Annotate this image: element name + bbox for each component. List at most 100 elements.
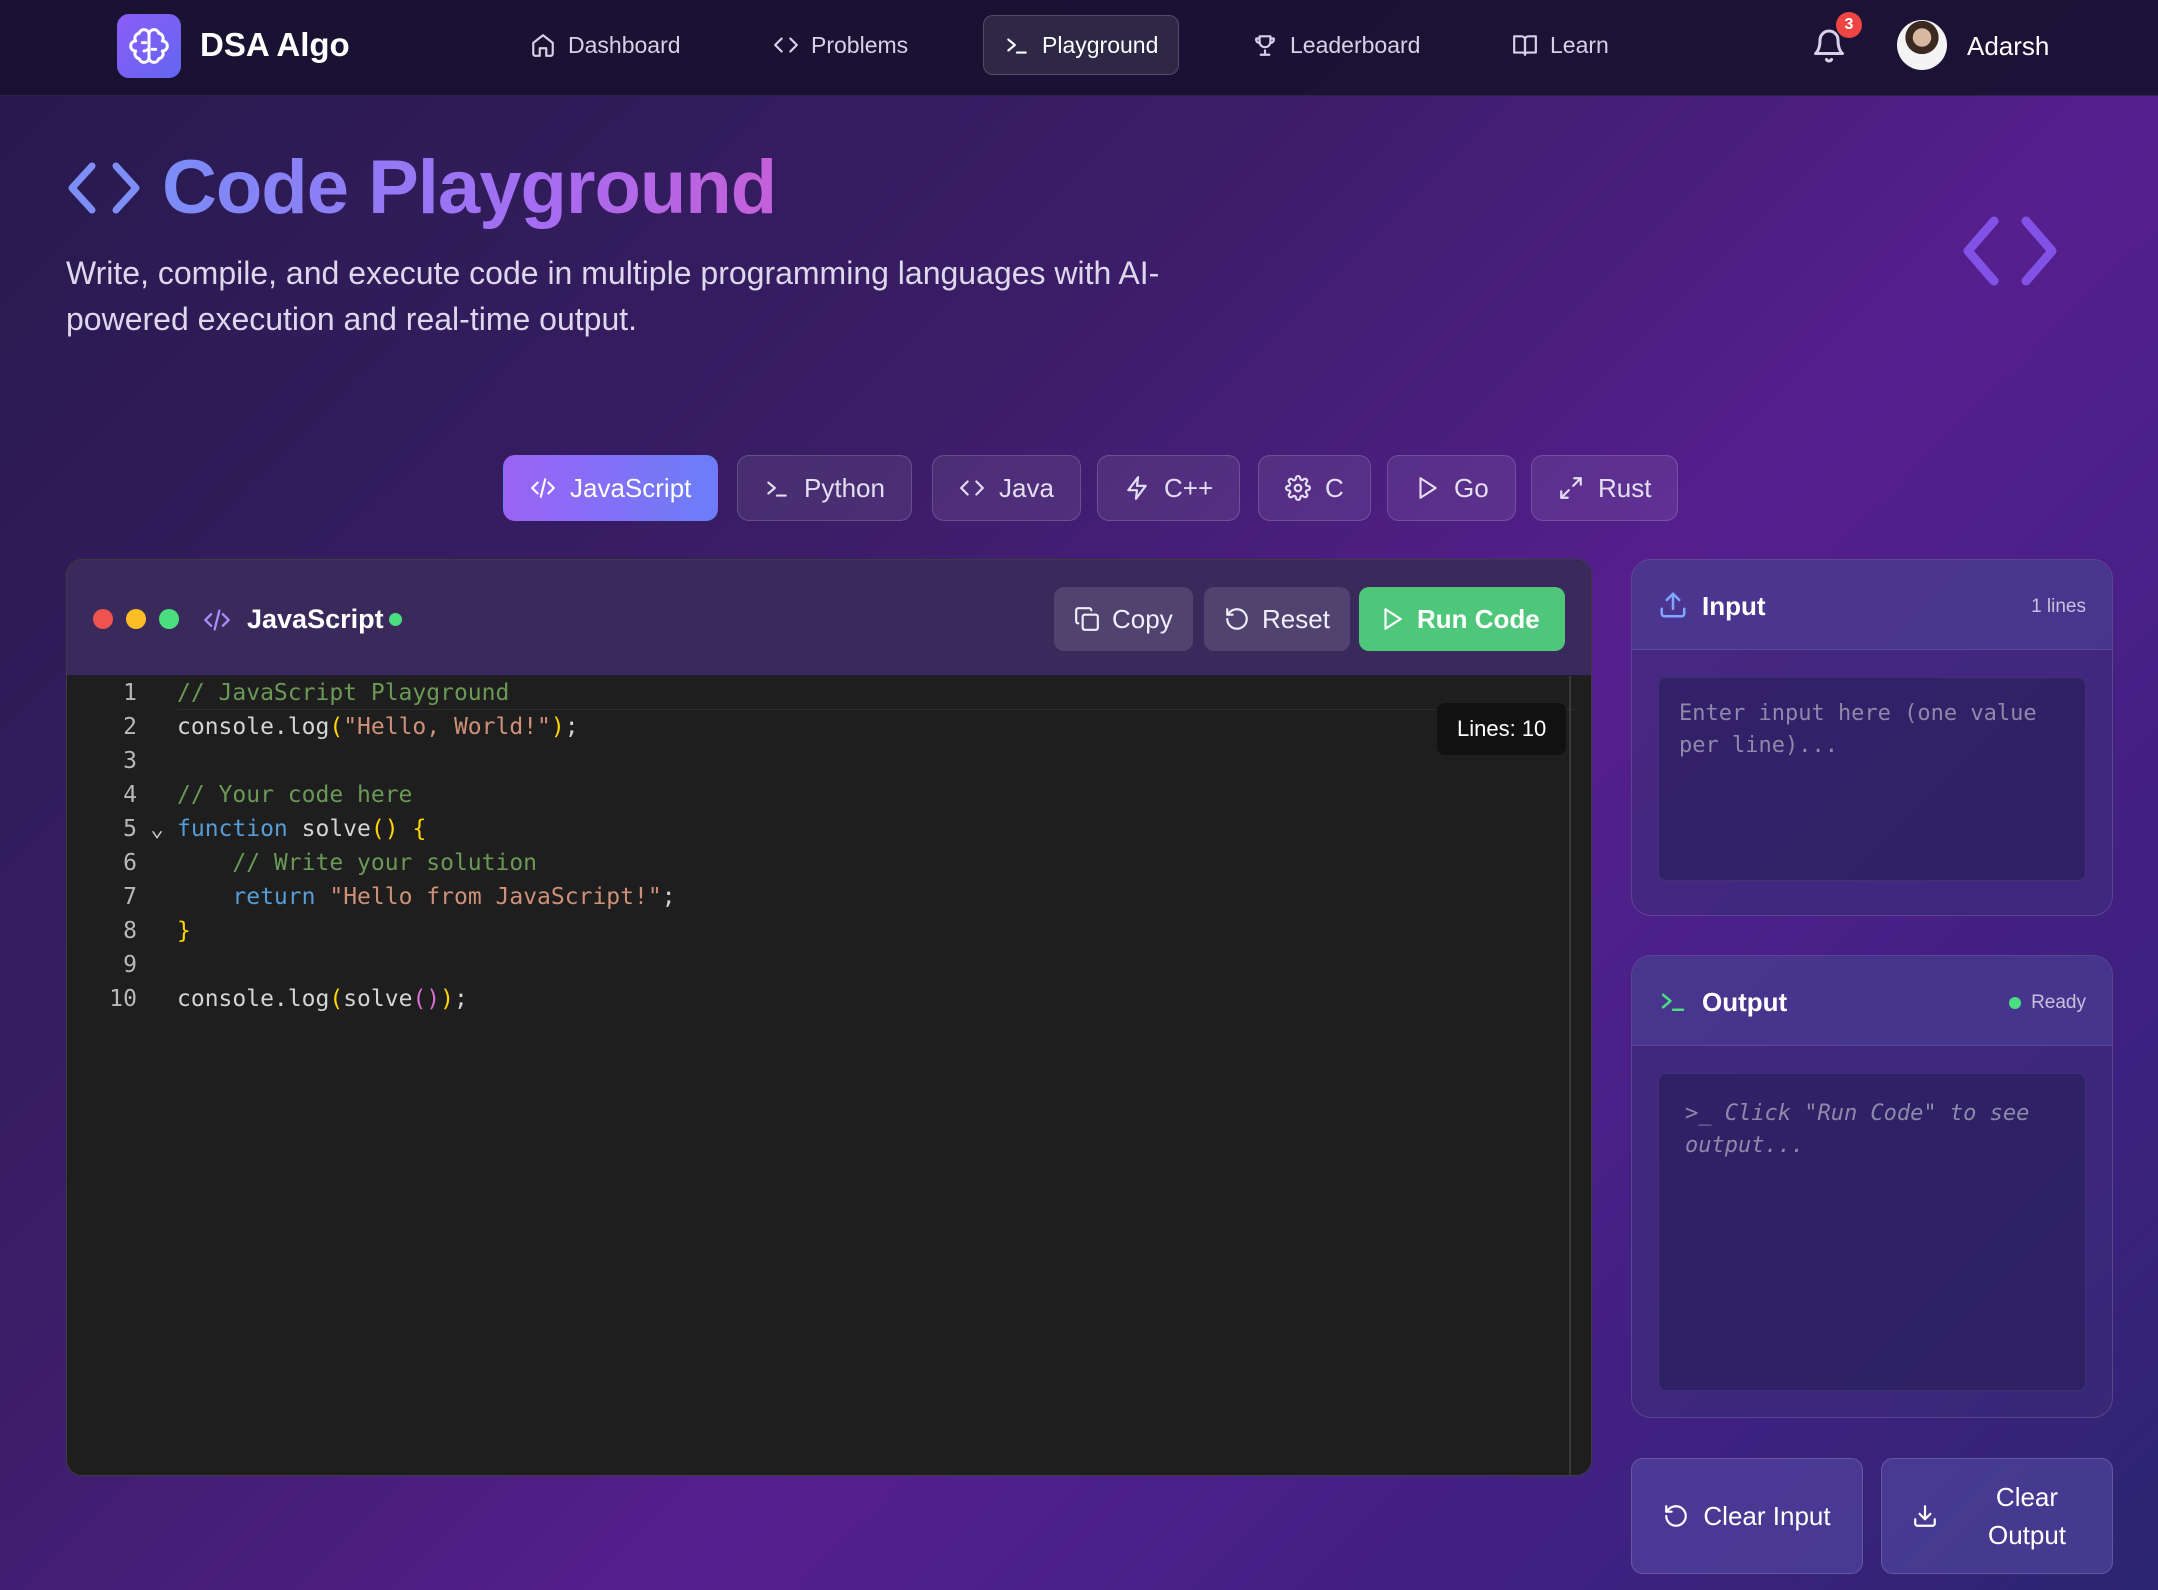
download-icon — [1914, 1505, 1936, 1527]
trophy-icon — [1255, 35, 1275, 56]
lang-tab-label: JavaScript — [570, 472, 692, 503]
nav-label: Problems — [811, 31, 909, 58]
input-panel-header: Input 1 lines — [1632, 560, 2112, 650]
top-navbar: DSA Algo Dashboard Problems Playground L… — [0, 0, 2158, 96]
input-panel-title: Input — [1702, 591, 1766, 621]
copy-label: Copy — [1112, 603, 1173, 634]
code-line: 3 — [67, 744, 1467, 778]
terminal-icon — [1007, 38, 1027, 54]
code-icon — [774, 37, 798, 53]
lang-tab-label: C — [1325, 472, 1344, 503]
input-panel: Input 1 lines Enter input here (one valu… — [1631, 559, 2113, 916]
line-number: 9 — [123, 952, 137, 978]
lang-tab-javascript[interactable]: JavaScript — [503, 455, 719, 521]
editor-header: JavaScript Copy Reset Run Code — [67, 560, 1591, 676]
lang-tab-cpp[interactable]: C++ — [1097, 455, 1241, 521]
code-text-area[interactable]: 1// JavaScript Playground 2 console.log("… — [67, 676, 1591, 1475]
zap-icon — [1127, 476, 1147, 500]
editor-status-dot — [389, 613, 402, 626]
code-line: 6 // Write your solution — [67, 846, 1467, 880]
brain-logo-icon[interactable] — [117, 14, 181, 78]
line-number: 5 — [123, 816, 137, 842]
copy-icon — [1075, 607, 1099, 631]
play-icon — [1384, 608, 1402, 630]
clear-input-label: Clear Input — [1703, 1501, 1831, 1531]
lang-tab-label: Rust — [1598, 472, 1652, 503]
line-number: 1 — [123, 680, 137, 706]
code-editor: JavaScript Copy Reset Run Code 1// JavaS… — [66, 559, 1592, 1476]
nav-problems[interactable]: Problems — [753, 15, 928, 75]
code-line: 9 — [67, 948, 1467, 982]
clear-input-button[interactable]: Clear Input — [1631, 1458, 1863, 1574]
code-brackets-icon — [68, 162, 140, 214]
line-number: 8 — [123, 918, 137, 944]
lang-tab-python[interactable]: Python — [737, 455, 912, 521]
line-number: 3 — [123, 748, 137, 774]
terminal-icon — [767, 481, 787, 497]
page-subtitle: Write, compile, and execute code in mult… — [66, 255, 1160, 337]
line-number: 6 — [123, 850, 137, 876]
nav-label: Learn — [1550, 31, 1609, 58]
line-number: 7 — [123, 884, 137, 910]
output-status: Ready — [2009, 992, 2086, 1014]
nav-leaderboard[interactable]: Leaderboard — [1232, 15, 1440, 75]
reset-label: Reset — [1262, 603, 1330, 634]
code-decor-icon — [1963, 216, 2057, 286]
fold-chevron-icon[interactable]: ⌄ — [137, 816, 177, 842]
code-line: 5 ⌄ function solve() { — [67, 812, 1467, 846]
output-console: >_ Click "Run Code" to see output... — [1658, 1073, 2086, 1391]
run-label: Run Code — [1417, 603, 1540, 634]
window-minimize-dot — [126, 609, 146, 629]
lang-tab-label: Go — [1454, 472, 1489, 503]
lang-tab-label: Python — [804, 472, 885, 503]
lines-count-badge: Lines: 10 — [1437, 703, 1567, 755]
expand-icon — [1560, 477, 1582, 499]
book-icon — [1513, 35, 1537, 56]
rotate-ccw-icon — [1665, 1505, 1688, 1527]
nav-label: Dashboard — [568, 31, 681, 58]
page-title: Code Playground — [162, 145, 777, 230]
line-number: 4 — [123, 782, 137, 808]
output-panel-header: Output Ready — [1632, 956, 2112, 1046]
editor-scrollbar[interactable] — [1569, 676, 1571, 1475]
output-panel-title: Output — [1702, 987, 1788, 1017]
brand-name[interactable]: DSA Algo — [200, 26, 350, 64]
clear-output-label: Clear Output — [1987, 1482, 2067, 1550]
home-icon — [532, 34, 554, 57]
rotate-ccw-icon — [1226, 608, 1248, 630]
output-panel: Output Ready >_ Click "Run Code" to see … — [1631, 955, 2113, 1418]
code-line: 4// Your code here — [67, 778, 1467, 812]
reset-button[interactable]: Reset — [1204, 587, 1350, 651]
input-lines-count: 1 lines — [2031, 596, 2086, 617]
nav-learn[interactable]: Learn — [1492, 15, 1629, 75]
output-status-label: Ready — [2031, 992, 2086, 1013]
line-number: 2 — [123, 714, 137, 740]
code-slash-icon — [531, 478, 555, 498]
run-code-button[interactable]: Run Code — [1359, 587, 1565, 651]
lang-tab-rust[interactable]: Rust — [1531, 455, 1679, 521]
username[interactable]: Adarsh — [1967, 31, 2049, 62]
code-line: 1// JavaScript Playground — [67, 676, 1467, 710]
nav-dashboard[interactable]: Dashboard — [510, 15, 701, 75]
code-slash-icon — [204, 609, 230, 631]
gear-icon — [1285, 475, 1311, 501]
nav-label: Playground — [1042, 31, 1159, 58]
window-close-dot — [93, 609, 113, 629]
copy-button[interactable]: Copy — [1054, 587, 1193, 651]
clear-output-button[interactable]: Clear Output — [1881, 1458, 2113, 1574]
line-number: 10 — [109, 986, 137, 1012]
lang-tab-label: C++ — [1164, 472, 1214, 503]
code-line: 8} — [67, 914, 1467, 948]
avatar[interactable] — [1897, 20, 1947, 70]
nav-label: Leaderboard — [1290, 31, 1421, 58]
lang-tab-java[interactable]: Java — [932, 455, 1081, 521]
lang-tab-go[interactable]: Go — [1387, 455, 1516, 521]
terminal-icon — [1661, 993, 1685, 1011]
window-maximize-dot — [159, 609, 179, 629]
input-textarea[interactable]: Enter input here (one value per line)... — [1658, 677, 2086, 881]
nav-playground[interactable]: Playground — [983, 15, 1180, 75]
lang-tab-c[interactable]: C — [1258, 455, 1371, 521]
status-dot — [2009, 997, 2022, 1009]
code-line: 7 return "Hello from JavaScript!"; — [67, 880, 1467, 914]
code-line: 10 console.log(solve()); — [67, 982, 1467, 1016]
